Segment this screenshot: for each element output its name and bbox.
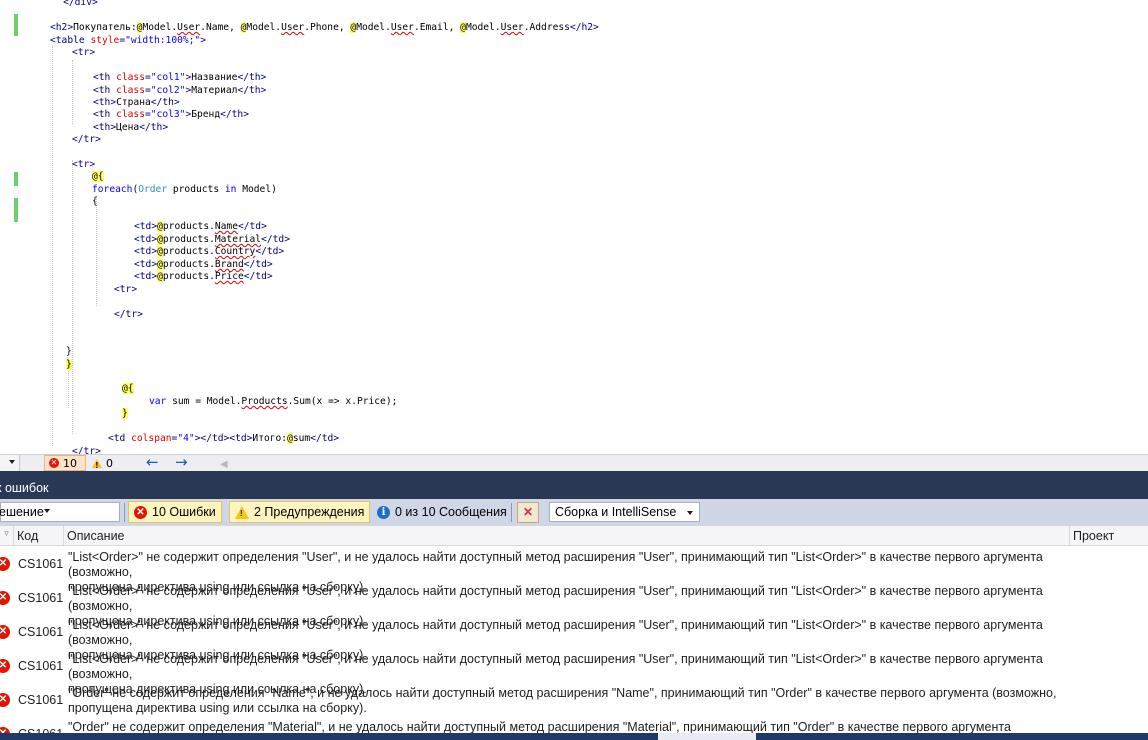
navigate-back-icon[interactable]: ← xyxy=(146,454,159,470)
error-code: CS1061 xyxy=(18,693,64,707)
error-row[interactable]: ✕ CS1061 "List<Order>" не содержит опред… xyxy=(0,616,1148,662)
code-line-tr-close: </tr> xyxy=(72,446,101,454)
error-code: CS1061 xyxy=(18,591,64,605)
code-line-tr: <tr> xyxy=(72,47,96,58)
code-line-td: <td>@products.Price</td> xyxy=(134,271,273,282)
indent-guide xyxy=(72,160,73,434)
code-line-var-sum: var sum = Model.Products.Sum(x => x.Pric… xyxy=(149,396,398,407)
chevron-down-icon xyxy=(43,509,50,527)
code-line-th: <th>Цена</th> xyxy=(93,122,169,133)
bottom-tab-strip xyxy=(0,733,1148,740)
code-line-tr-close: </tr> xyxy=(72,134,101,145)
change-mark xyxy=(14,198,18,222)
code-editor[interactable]: </div> <h2>Покупатель:@Model.User.Name, … xyxy=(0,0,1148,454)
code-line-td: <td>@products.Material</td> xyxy=(134,234,290,245)
chevron-down-icon xyxy=(687,511,693,515)
code-line-h2: <h2>Покупатель:@Model.User.Name, @Model.… xyxy=(50,22,599,33)
code-line-brace: } xyxy=(122,408,128,419)
warning-icon xyxy=(92,458,102,470)
clear-filter-icon[interactable]: ✕ xyxy=(517,502,539,523)
error-icon: ✕ xyxy=(134,505,147,519)
editor-status-bar: ✕ 10 0 ← → ◀ xyxy=(0,454,1148,471)
code-line-tr-close: </tr> xyxy=(114,309,143,320)
zoom-dropdown[interactable] xyxy=(0,455,20,471)
build-source-dropdown[interactable]: Сборка и IntelliSense xyxy=(549,502,700,522)
column-header-code[interactable]: Код xyxy=(14,526,64,546)
grid-header: ▿ Код Описание Проект xyxy=(0,526,1148,546)
chevron-down-icon xyxy=(9,460,15,464)
indent-guide xyxy=(72,60,73,124)
error-icon: ✕ xyxy=(0,557,10,571)
error-icon: ✕ xyxy=(0,591,10,605)
column-header-description[interactable]: Описание xyxy=(64,526,1070,546)
indent-guide xyxy=(52,46,53,446)
error-count: 10 xyxy=(63,456,77,470)
code-line-razor-block: @{ xyxy=(122,383,134,394)
navigate-forward-icon[interactable]: → xyxy=(175,454,188,470)
messages-filter-button[interactable]: i 0 из 10 Сообщения xyxy=(371,501,513,523)
code-line-brace: } xyxy=(66,346,72,357)
error-code: CS1061 xyxy=(18,659,64,673)
code-line-tr: <tr> xyxy=(72,159,96,170)
code-line-td-total: <td colspan="4"></td><td>Итого:@sum</td> xyxy=(108,433,340,444)
code-line-th: <th class="col1">Название</th> xyxy=(93,72,267,83)
column-header-project[interactable]: Проект xyxy=(1070,526,1148,546)
indent-guide xyxy=(68,366,69,408)
error-description: "Order" не содержит определения "Name", … xyxy=(68,686,1057,715)
error-row[interactable]: ✕ CS1061 "Order" не содержит определения… xyxy=(0,684,1148,718)
change-mark xyxy=(14,172,18,186)
warning-count: 0 xyxy=(106,456,113,470)
errors-filter-button[interactable]: ✕ 10 Ошибки xyxy=(128,501,222,523)
toolbar-separator xyxy=(511,503,512,522)
code-line-th: <th class="col3">Бренд</th> xyxy=(93,109,249,120)
scope-dropdown[interactable]: ешение xyxy=(0,502,120,527)
change-mark xyxy=(14,14,18,36)
error-list-title-bar[interactable]: к ошибок xyxy=(0,471,1148,499)
errors-filter-label: 10 Ошибки xyxy=(152,505,216,519)
error-row[interactable]: ✕ CS1061 "List<Order>" не содержит опред… xyxy=(0,582,1148,628)
code-line-th: <th class="col2">Материал</th> xyxy=(93,85,267,96)
code-text: </div> xyxy=(40,0,98,8)
warnings-filter-label: 2 Предупреждения xyxy=(254,505,365,519)
warning-count-indicator[interactable]: 0 xyxy=(92,455,113,471)
code-line-brace: { xyxy=(92,196,98,207)
code-line-brace: } xyxy=(66,359,72,370)
info-icon: i xyxy=(377,505,390,519)
error-list-grid: ▿ Код Описание Проект ✕ CS1061 "List<Ord… xyxy=(0,526,1148,740)
error-count-indicator[interactable]: ✕ 10 xyxy=(44,455,86,471)
code-line-td: <td>@products.Brand</td> xyxy=(134,259,273,270)
error-icon: ✕ xyxy=(0,625,10,639)
code-line: </div> xyxy=(40,0,98,9)
error-row[interactable]: ✕ CS1061 "List<Order>" не содержит опред… xyxy=(0,650,1148,696)
change-tracking-margin xyxy=(0,0,20,454)
toolbar-separator xyxy=(124,503,125,522)
scope-value: ешение xyxy=(0,505,44,519)
code-line-table: <table style="width:100%;"> xyxy=(50,35,206,46)
filter-icon[interactable]: ▿ xyxy=(0,526,14,546)
warning-icon xyxy=(235,505,249,519)
error-code: CS1061 xyxy=(18,625,64,639)
error-list-toolbar: ешение ✕ 10 Ошибки 2 Предупреждения i 0 … xyxy=(0,499,1148,527)
tab[interactable] xyxy=(658,733,756,740)
error-list-title: к ошибок xyxy=(0,481,49,495)
error-row[interactable]: ✕ CS1061 "List<Order>" не содержит опред… xyxy=(0,548,1148,594)
error-code: CS1061 xyxy=(18,557,64,571)
warnings-filter-button[interactable]: 2 Предупреждения xyxy=(229,501,371,523)
code-line-td: <td>@products.Name</td> xyxy=(134,221,267,232)
indent-guide xyxy=(96,196,97,306)
messages-filter-label: 0 из 10 Сообщения xyxy=(395,505,507,519)
error-icon: ✕ xyxy=(0,659,10,673)
error-icon: ✕ xyxy=(0,693,10,707)
code-line-tr: <tr> xyxy=(114,284,138,295)
code-line-razor-block: @{ xyxy=(92,171,104,182)
code-line-th: <th>Страна</th> xyxy=(93,97,180,108)
code-line-td: <td>@products.Country</td> xyxy=(134,246,285,257)
error-icon: ✕ xyxy=(49,458,59,468)
build-source-value: Сборка и IntelliSense xyxy=(555,505,677,519)
code-line-foreach: foreach(Order products in Model) xyxy=(92,184,277,195)
